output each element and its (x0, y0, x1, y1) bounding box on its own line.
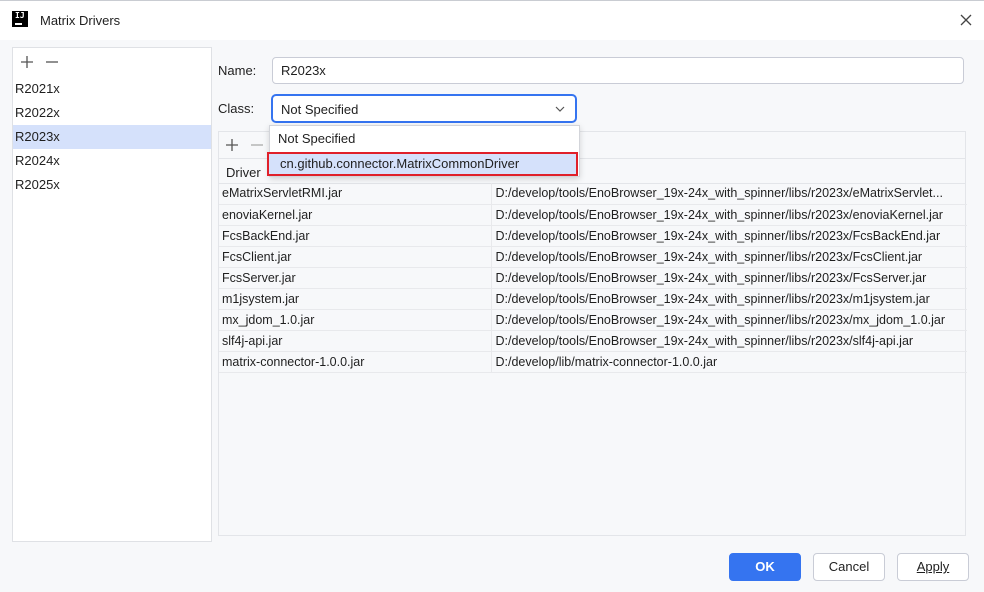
table-row[interactable]: FcsServer.jar D:/develop/tools/EnoBrowser… (219, 267, 967, 289)
table-row[interactable]: eMatrixServletRMI.jar D:/develop/tools/En… (219, 183, 967, 205)
close-icon[interactable] (958, 12, 974, 28)
jar-file-cell: m1jsystem.jar (219, 288, 492, 310)
table-row[interactable]: mx_jdom_1.0.jar D:/develop/tools/EnoBrows… (219, 309, 967, 331)
class-dropdown-popup: Not Specified cn.github.connector.Matrix… (267, 125, 580, 177)
jar-file-cell: mx_jdom_1.0.jar (219, 309, 492, 331)
version-item[interactable]: R2025x (13, 173, 211, 197)
jar-path-cell: D:/develop/tools/EnoBrowser_19x-24x_with… (491, 330, 967, 352)
table-row[interactable]: m1jsystem.jar D:/develop/tools/EnoBrowser… (219, 288, 967, 310)
dropdown-option-not-specified[interactable]: Not Specified (270, 127, 579, 151)
version-item[interactable]: R2024x (13, 149, 211, 173)
versions-toolbar (13, 48, 211, 77)
jar-path-cell: D:/develop/lib/matrix-connector-1.0.0.ja… (491, 351, 967, 373)
class-label: Class: (218, 101, 255, 116)
jar-path-cell: D:/develop/tools/EnoBrowser_19x-24x_with… (491, 288, 967, 310)
class-combobox[interactable]: Not Specified (271, 94, 577, 123)
jar-path-cell: D:/develop/tools/EnoBrowser_19x-24x_with… (491, 225, 967, 247)
jar-path-cell: D:/develop/tools/EnoBrowser_19x-24x_with… (491, 204, 967, 226)
dropdown-option-matrix-common-driver[interactable]: cn.github.connector.MatrixCommonDriver (267, 152, 578, 176)
table-row[interactable]: enoviaKernel.jar D:/develop/tools/EnoBrow… (219, 204, 967, 226)
driver-table: eMatrixServletRMI.jar D:/develop/tools/En… (219, 183, 967, 373)
jar-file-cell: matrix-connector-1.0.0.jar (219, 351, 492, 373)
table-row[interactable]: FcsClient.jar D:/develop/tools/EnoBrowser… (219, 246, 967, 268)
versions-list: R2021x R2022x R2023x R2024x R2025x (13, 77, 211, 197)
driver-files-panel: Driver eMatrixServletRMI.jar D:/develop/t… (218, 131, 967, 536)
remove-version-minus-icon[interactable] (44, 54, 60, 70)
jar-file-cell: FcsClient.jar (219, 246, 492, 268)
chevron-down-icon (555, 106, 565, 112)
class-combobox-value: Not Specified (281, 102, 359, 117)
version-item[interactable]: R2022x (13, 101, 211, 125)
driver-column-header[interactable]: Driver (226, 165, 261, 180)
jar-path-cell: D:/develop/tools/EnoBrowser_19x-24x_with… (491, 267, 967, 289)
window-title: Matrix Drivers (40, 13, 121, 28)
intellij-logo-icon: IJ (12, 11, 28, 27)
jar-file-cell: enoviaKernel.jar (219, 204, 492, 226)
add-driver-plus-icon[interactable] (224, 137, 240, 153)
title-bar: IJ Matrix Drivers (0, 0, 984, 40)
apply-button[interactable]: Apply (897, 553, 969, 581)
jar-file-cell: eMatrixServletRMI.jar (219, 183, 492, 205)
table-row[interactable]: slf4j-api.jar D:/develop/tools/EnoBrowser… (219, 330, 967, 352)
version-item[interactable]: R2021x (13, 77, 211, 101)
table-row[interactable]: FcsBackEnd.jar D:/develop/tools/EnoBrowse… (219, 225, 967, 247)
jar-path-cell: D:/develop/tools/EnoBrowser_19x-24x_with… (491, 183, 967, 205)
add-version-plus-icon[interactable] (19, 54, 35, 70)
version-item-selected[interactable]: R2023x (13, 125, 211, 149)
jar-file-cell: FcsServer.jar (219, 267, 492, 289)
jar-file-cell: slf4j-api.jar (219, 330, 492, 352)
jar-path-cell: D:/develop/tools/EnoBrowser_19x-24x_with… (491, 246, 967, 268)
remove-driver-minus-icon[interactable] (249, 137, 265, 153)
versions-panel: R2021x R2022x R2023x R2024x R2025x (12, 47, 212, 542)
name-input[interactable] (272, 57, 964, 84)
table-row[interactable]: matrix-connector-1.0.0.jar D:/develop/lib… (219, 351, 967, 373)
jar-file-cell: FcsBackEnd.jar (219, 225, 492, 247)
jar-path-cell: D:/develop/tools/EnoBrowser_19x-24x_with… (491, 309, 967, 331)
cancel-button[interactable]: Cancel (813, 553, 885, 581)
apply-button-label: Apply (916, 559, 950, 574)
ok-button[interactable]: OK (729, 553, 801, 581)
name-label: Name: (218, 63, 257, 78)
